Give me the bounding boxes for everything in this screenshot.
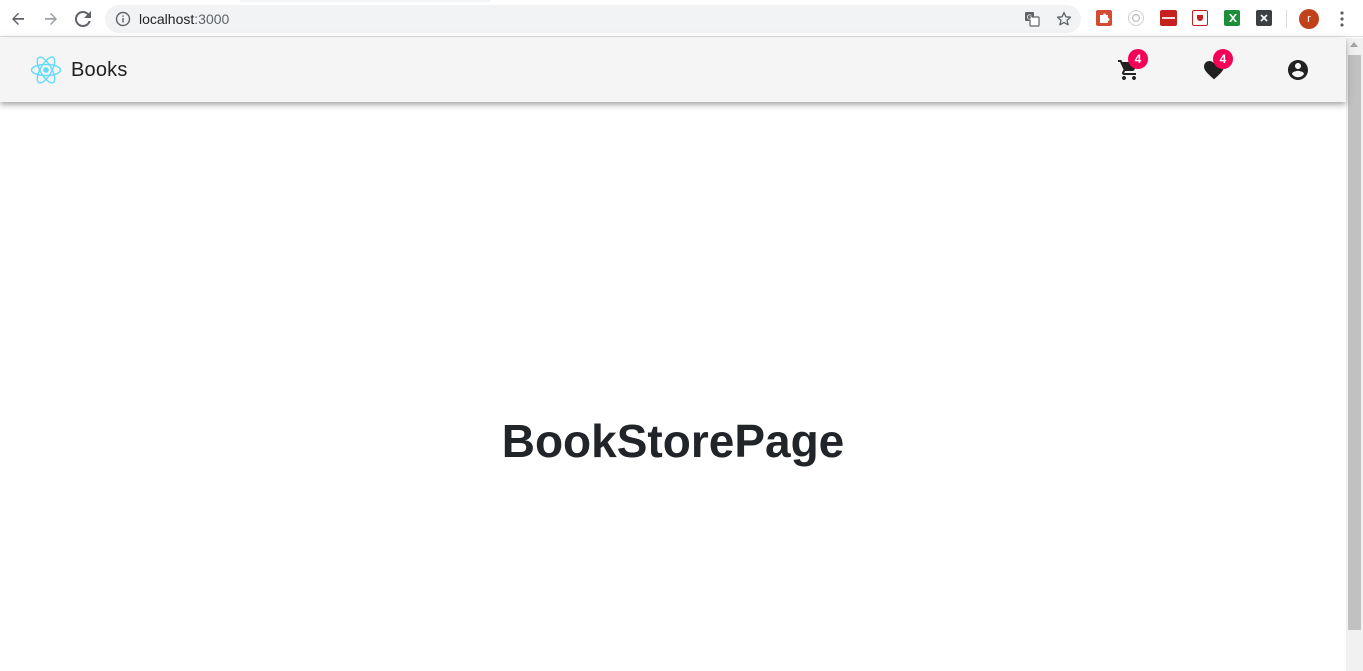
extension-excel-icon[interactable] <box>1224 10 1240 26</box>
reload-icon[interactable] <box>71 7 95 31</box>
translate-icon[interactable]: G <box>1024 11 1040 27</box>
extension-circle-icon[interactable] <box>1128 10 1144 26</box>
favorites-count-badge: 4 <box>1213 49 1233 69</box>
site-info-icon[interactable] <box>115 11 131 27</box>
back-icon[interactable] <box>6 7 30 31</box>
toolbar-divider <box>1286 10 1287 28</box>
account-button[interactable] <box>1274 46 1322 94</box>
tab-strip-edge <box>240 0 490 2</box>
page-title: BookStorePage <box>501 415 845 467</box>
scrollbar-thumb[interactable] <box>1348 55 1361 630</box>
profile-avatar[interactable]: r <box>1299 9 1319 29</box>
browser-toolbar: localhost:3000 G r <box>0 0 1363 37</box>
svg-text:G: G <box>1027 13 1032 21</box>
forward-icon[interactable] <box>39 7 63 31</box>
cart-count-badge: 4 <box>1128 49 1148 69</box>
vertical-scrollbar[interactable] <box>1346 38 1363 671</box>
account-circle-icon <box>1288 60 1308 80</box>
react-logo-icon[interactable] <box>30 54 62 86</box>
extension-shield-icon[interactable] <box>1192 10 1208 26</box>
extension-cors-icon[interactable] <box>1160 10 1177 26</box>
app-bar: Books 4 4 <box>0 38 1346 102</box>
browser-menu-icon[interactable] <box>1334 10 1350 28</box>
brand-title[interactable]: Books <box>71 58 128 82</box>
extension-puzzle-icon[interactable] <box>1096 10 1112 26</box>
url-port: :3000 <box>194 11 230 27</box>
url-text: localhost:3000 <box>139 11 229 27</box>
extension-x-icon[interactable] <box>1256 10 1272 26</box>
cart-button[interactable]: 4 <box>1105 46 1153 94</box>
favorites-button[interactable]: 4 <box>1190 46 1238 94</box>
address-bar[interactable]: localhost:3000 G <box>105 5 1081 33</box>
url-host: localhost <box>139 11 195 27</box>
scroll-up-arrow-icon[interactable] <box>1350 42 1358 47</box>
bookmark-star-icon[interactable] <box>1056 11 1072 27</box>
